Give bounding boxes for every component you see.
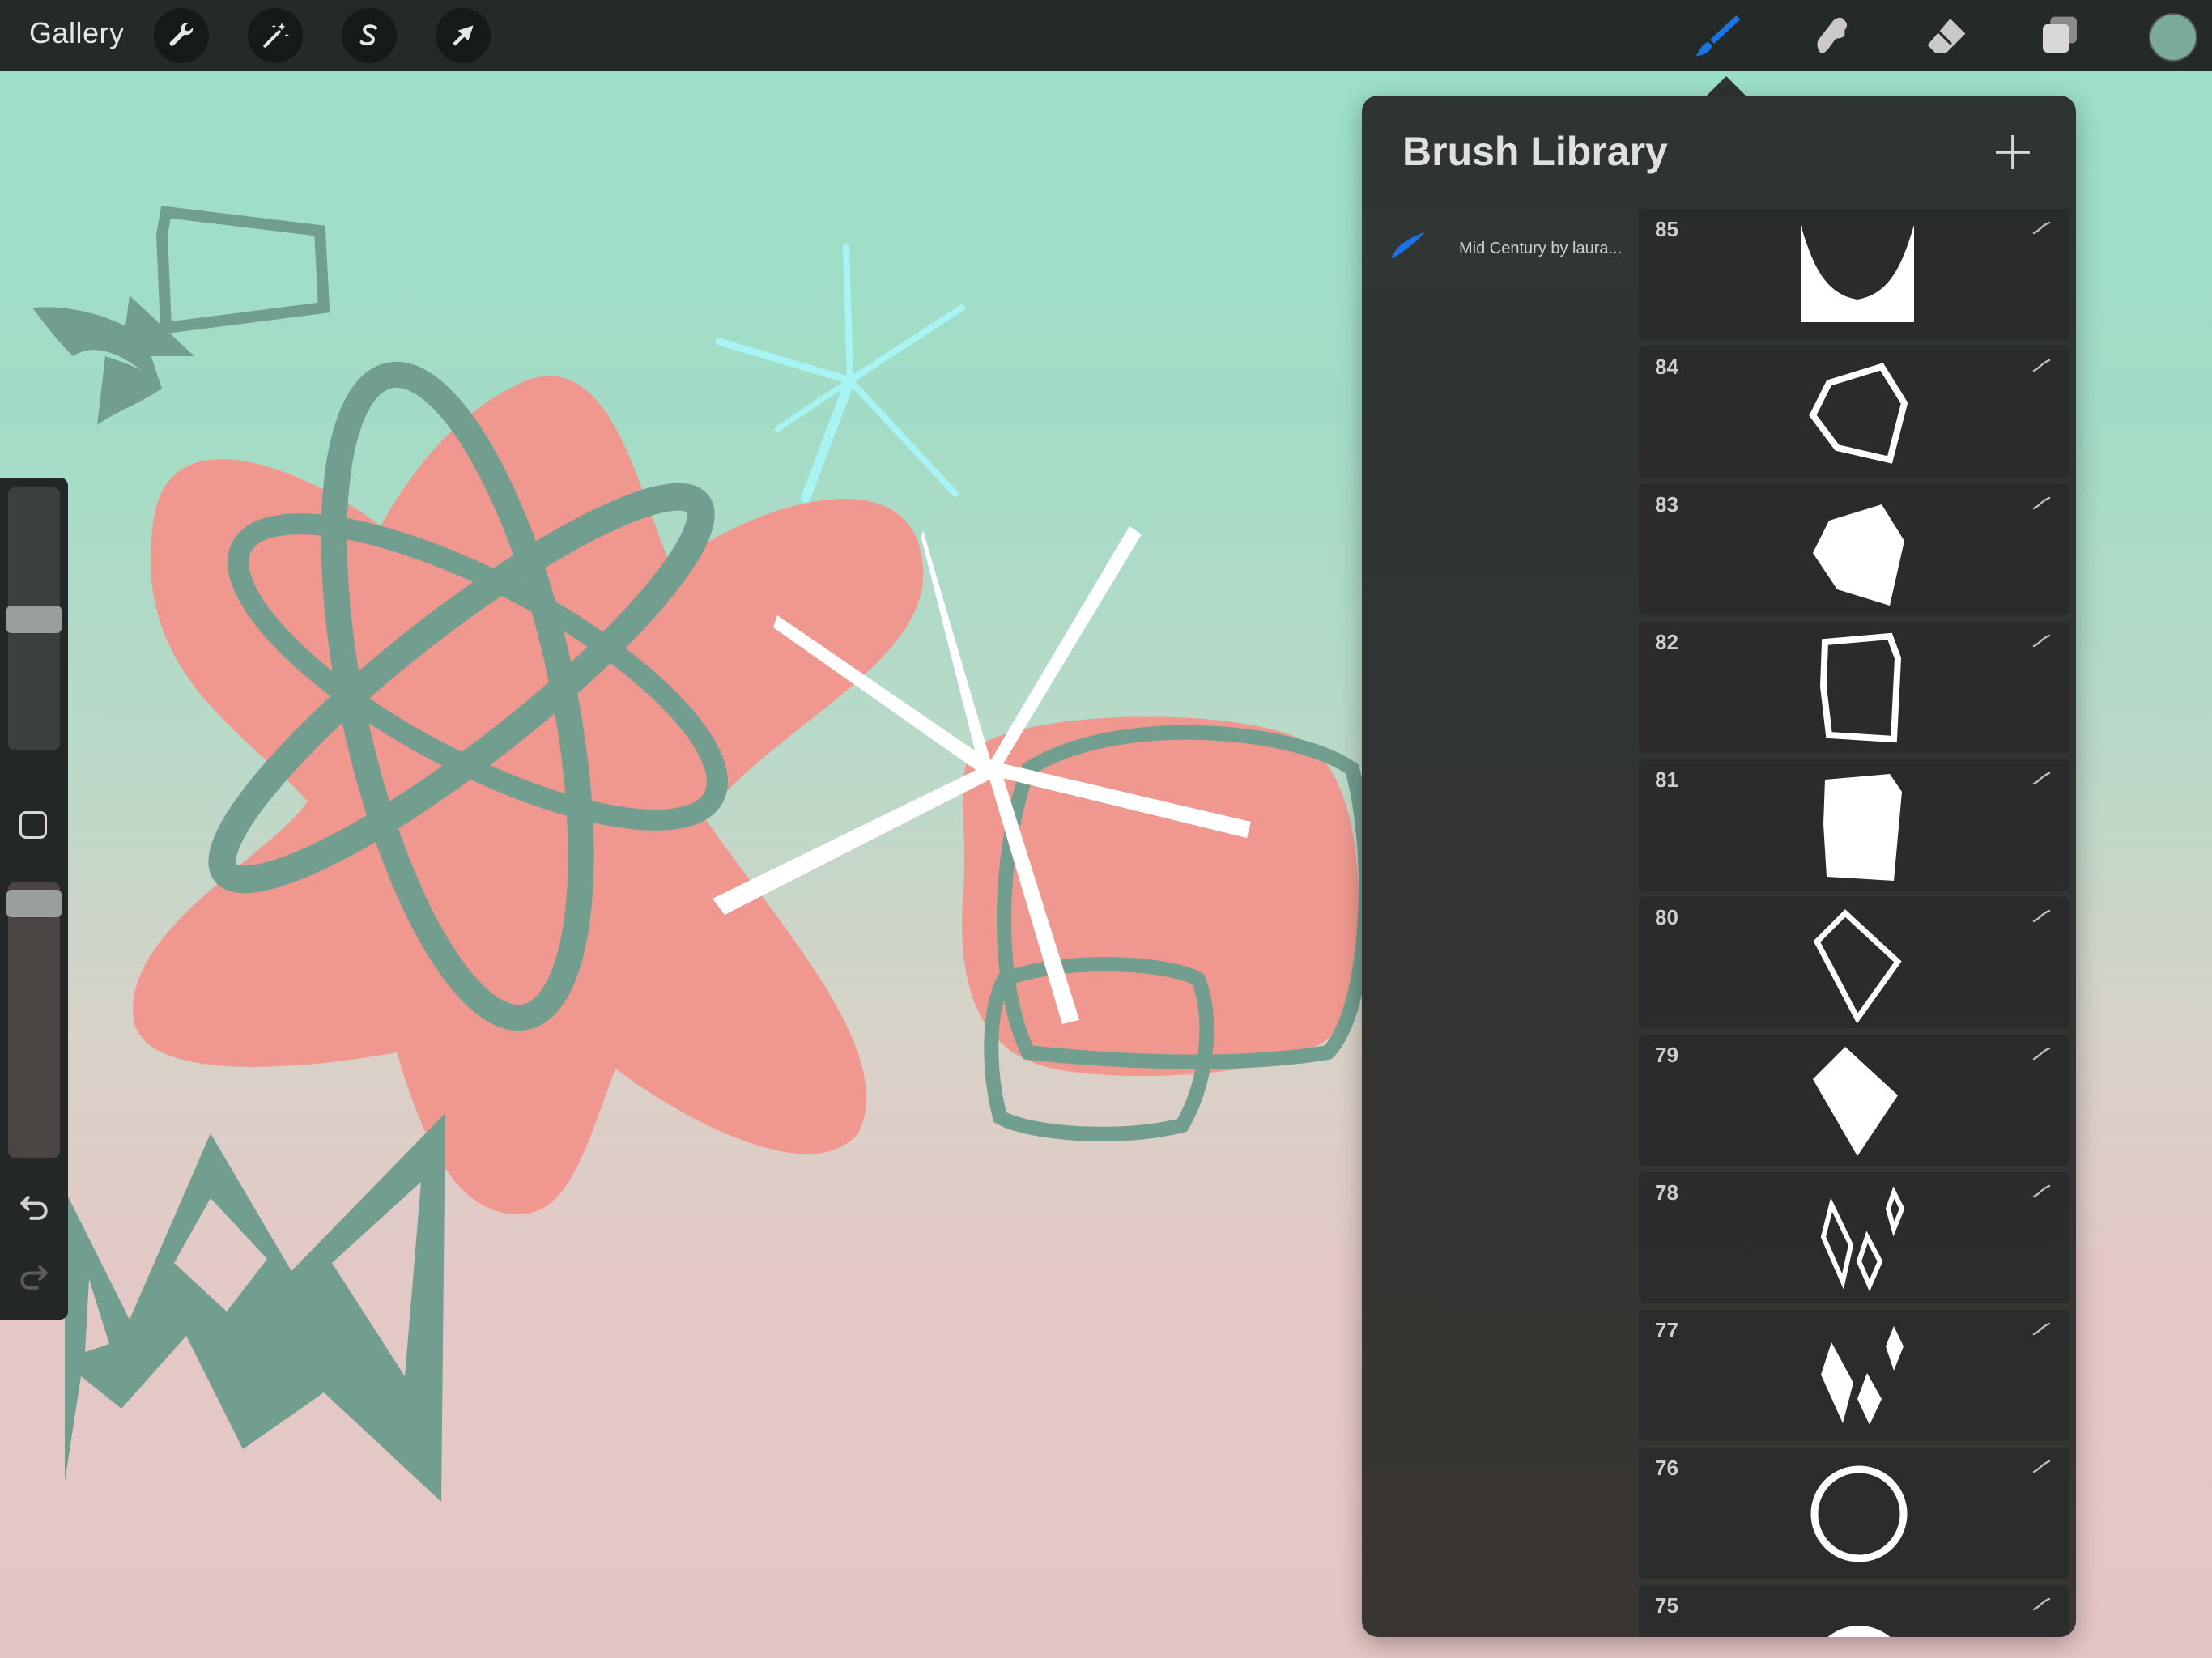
redo-icon[interactable] bbox=[16, 1260, 52, 1295]
brush-preview-circle-filled bbox=[1827, 1626, 1891, 1637]
brush-number: 81 bbox=[1655, 767, 1678, 792]
layers-button[interactable] bbox=[2034, 10, 2086, 62]
brush-row[interactable]: 81 bbox=[1639, 759, 2069, 891]
transform-button[interactable] bbox=[436, 8, 491, 63]
brush-number: 75 bbox=[1655, 1593, 1678, 1618]
brush-row[interactable]: 82 bbox=[1639, 622, 2069, 753]
opacity-handle[interactable] bbox=[6, 890, 62, 917]
brush-stroke-icon bbox=[2032, 1184, 2051, 1198]
selection-s-icon bbox=[359, 24, 377, 46]
selection-button[interactable] bbox=[342, 8, 397, 63]
brush-size-handle[interactable] bbox=[6, 606, 62, 633]
brush-number: 84 bbox=[1655, 355, 1678, 379]
brush-stroke-icon bbox=[2032, 1460, 2051, 1473]
arrow-transform-icon bbox=[453, 25, 474, 46]
brush-preview-quad-filled bbox=[1823, 774, 1902, 881]
undo-icon[interactable] bbox=[16, 1190, 52, 1226]
brush-stroke-icon bbox=[2032, 359, 2051, 372]
modify-button[interactable] bbox=[19, 811, 47, 839]
brush-tool-button[interactable] bbox=[1692, 10, 1744, 62]
brush-row[interactable]: 76 bbox=[1639, 1448, 2069, 1579]
eraser-tool-button[interactable] bbox=[1921, 10, 1972, 62]
brush-row[interactable]: 75 bbox=[1639, 1585, 2069, 1637]
smudge-tool-button[interactable] bbox=[1806, 10, 1857, 62]
brush-row[interactable]: 79 bbox=[1639, 1035, 2069, 1166]
brush-stroke-icon bbox=[2032, 1597, 2051, 1611]
brush-row[interactable]: 84 bbox=[1639, 346, 2069, 478]
brush-stroke-icon bbox=[1391, 232, 1425, 259]
brush-preview-kite-outline bbox=[1813, 909, 1902, 1024]
zigzag-shape bbox=[65, 1113, 445, 1502]
brush-number: 80 bbox=[1655, 905, 1678, 929]
brush-row[interactable]: 85 bbox=[1639, 209, 2069, 340]
add-brush-button[interactable] bbox=[1990, 130, 2035, 175]
brush-size-slider[interactable] bbox=[6, 487, 62, 750]
brush-stroke-icon bbox=[2032, 909, 2051, 923]
brush-preview-kite-filled bbox=[1813, 1047, 1898, 1156]
brush-row[interactable]: 77 bbox=[1639, 1310, 2069, 1441]
brush-preview-diamonds-filled bbox=[1821, 1326, 1904, 1425]
brush-set-name: Mid Century by laura... bbox=[1459, 240, 1623, 257]
brush-stroke-icon bbox=[2032, 634, 2051, 648]
brush-preview-quad-outline bbox=[1819, 632, 1902, 743]
brush-library-panel: Brush Library Mid Century by laura... 85… bbox=[1362, 96, 2076, 1637]
smudge-icon bbox=[1817, 17, 1848, 53]
brush-number: 82 bbox=[1655, 630, 1678, 654]
brush-number: 78 bbox=[1655, 1180, 1678, 1205]
brush-number: 83 bbox=[1655, 492, 1678, 517]
speech-bubble-shape bbox=[155, 206, 330, 334]
magic-wand-icon bbox=[263, 23, 289, 48]
brush-row[interactable]: 83 bbox=[1639, 484, 2069, 615]
color-picker-button[interactable] bbox=[2149, 13, 2197, 62]
brush-preview-diamonds-outline bbox=[1820, 1186, 1905, 1292]
adjustments-button[interactable] bbox=[248, 8, 303, 63]
actions-button[interactable] bbox=[154, 8, 209, 63]
brush-number: 79 bbox=[1655, 1043, 1678, 1067]
brush-stroke-icon bbox=[2032, 1322, 2051, 1336]
brush-set-item[interactable]: Mid Century by laura... bbox=[1362, 209, 1637, 290]
opacity-slider[interactable] bbox=[6, 882, 62, 1158]
panel-pointer bbox=[1705, 76, 1747, 97]
brush-stroke-icon bbox=[2032, 496, 2051, 510]
top-toolbar: Gallery bbox=[0, 0, 2212, 71]
brush-stroke-icon bbox=[2032, 772, 2051, 785]
brush-preview-hexagon-filled bbox=[1813, 504, 1904, 606]
brush-preview-circle-outline bbox=[1810, 1465, 1908, 1562]
brush-number: 76 bbox=[1655, 1456, 1678, 1480]
brush-stroke-icon bbox=[2032, 1047, 2051, 1061]
cyan-starburst bbox=[715, 244, 965, 503]
brush-row[interactable]: 80 bbox=[1639, 897, 2069, 1028]
brush-stroke-icon bbox=[2032, 221, 2051, 235]
brush-number: 85 bbox=[1655, 217, 1678, 241]
brush-row[interactable]: 78 bbox=[1639, 1172, 2069, 1303]
brush-list: 85 84 83 82 81 80 79 78 77 76 75 bbox=[1639, 209, 2069, 1637]
brush-sets-column: Mid Century by laura... bbox=[1362, 209, 1637, 1637]
left-sidebar bbox=[0, 478, 68, 1320]
brush-preview-hexagon-outline bbox=[1809, 363, 1908, 464]
layers-icon bbox=[2043, 16, 2077, 53]
panel-title: Brush Library bbox=[1402, 129, 1668, 174]
brush-preview-u-cup bbox=[1801, 225, 1914, 322]
brush-number: 77 bbox=[1655, 1318, 1678, 1342]
plus-icon bbox=[1996, 135, 2030, 169]
gallery-button[interactable]: Gallery bbox=[29, 16, 125, 50]
eraser-icon bbox=[1927, 19, 1966, 53]
wrench-icon bbox=[169, 23, 194, 46]
brush-icon bbox=[1695, 15, 1741, 56]
